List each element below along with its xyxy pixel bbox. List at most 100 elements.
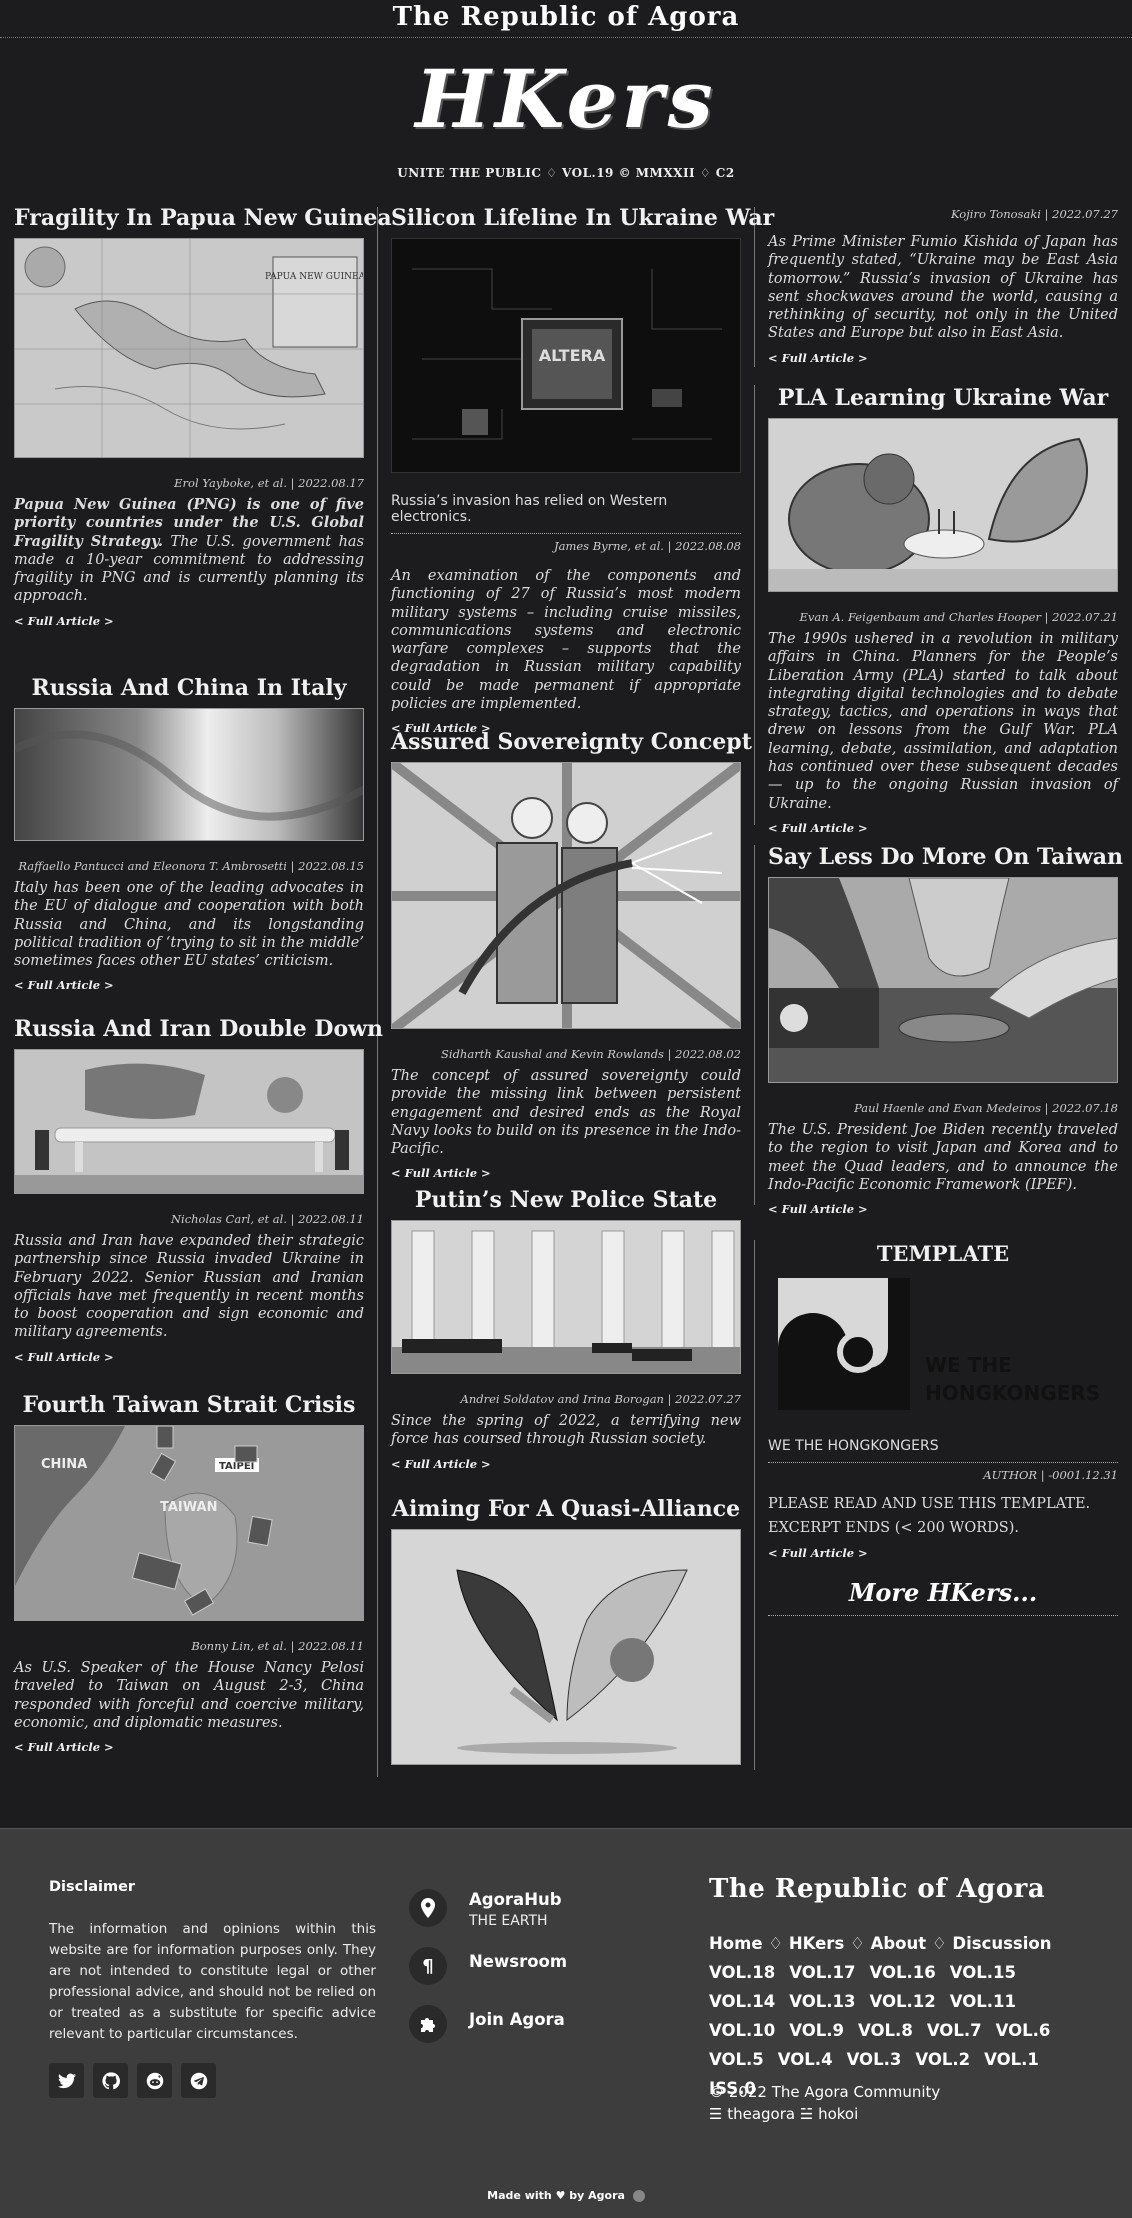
map-label-taiwan: TAIWAN [160,1500,217,1515]
full-article-link[interactable]: < Full Article > [768,351,1118,365]
full-article-link[interactable]: < Full Article > [14,1740,364,1754]
nav-hkers[interactable]: HKers [789,1934,844,1953]
article-image-strait-map[interactable]: CHINA TAIWAN TAIPEI [14,1425,364,1621]
volume-link[interactable]: VOL.13 [789,1987,855,2016]
article-meta: James Byrne, et al. | 2022.08.08 [553,539,741,553]
template-body: PLEASE READ AND USE THIS TEMPLATE. EXCER… [768,1492,1118,1540]
article-image-meeting[interactable] [14,1049,364,1194]
volume-link[interactable]: VOL.10 [709,2016,775,2045]
article-east-asia-tomorrow: Kojiro Tonosaki | 2022.07.27 As Prime Mi… [768,207,1118,365]
article-image-eagle-talon[interactable] [768,877,1118,1083]
full-article-link[interactable]: < Full Article > [391,1166,741,1180]
article-title[interactable]: Fourth Taiwan Strait Crisis [14,1391,364,1419]
full-article-link[interactable]: < Full Article > [14,1350,364,1364]
article-title[interactable]: Say Less Do More On Taiwan [768,843,1123,871]
reddit-icon[interactable] [137,2063,172,2098]
column-divider [377,207,378,1777]
article-image-flag[interactable] [14,708,364,841]
full-article-link[interactable]: < Full Article > [768,1202,1118,1216]
chip-label: ALTERA [539,346,606,365]
volume-link[interactable]: VOL.4 [778,2045,833,2074]
more-hkers-link[interactable]: More HKers... [768,1578,1118,1616]
volume-link[interactable]: VOL.12 [870,1987,936,2016]
volume-link[interactable]: VOL.8 [858,2016,913,2045]
volume-link[interactable]: VOL.5 [709,2045,764,2074]
volume-link[interactable]: VOL.9 [789,2016,844,2045]
volume-link[interactable]: VOL.6 [996,2016,1051,2045]
volume-link[interactable]: VOL.7 [927,2016,982,2045]
volume-link[interactable]: VOL.18 [709,1958,775,1987]
article-image-chip[interactable]: ALTERA [391,238,741,473]
full-article-link[interactable]: < Full Article > [768,1546,1118,1560]
article-taiwan-strait-crisis: Fourth Taiwan Strait Crisis CHINA TAIWAN… [14,1391,364,1754]
newsroom-link[interactable]: ¶ Newsroom [409,1947,567,1985]
hongkongers-logo[interactable]: WE THE HONGKONGERS [768,1274,1118,1414]
article-excerpt: As Prime Minister Fumio Kishida of Japan… [768,234,1118,342]
article-title[interactable]: PLA Learning Ukraine War [768,384,1118,412]
issue-tagline: UNITE THE PUBLIC ♢ VOL.19 © MMXXII ♢ C2 [397,166,735,180]
volume-link[interactable]: VOL.16 [870,1958,936,1987]
heart-icon: ♥ [555,2189,566,2202]
twitter-icon[interactable] [49,2063,84,2098]
handles-text[interactable]: ☰ theagora ☱ hokoi [709,2103,940,2125]
article-meta: Andrei Soldatov and Irina Borogan | 2022… [460,1392,741,1406]
article-russia-iran: Russia And Iran Double Down Nicholas Car… [14,1015,383,1364]
volume-link[interactable]: VOL.2 [915,2045,970,2074]
article-title[interactable]: TEMPLATE [768,1240,1118,1268]
agorahub-link[interactable]: AgoraHub THE EARTH [409,1889,562,1931]
article-image-firefighters[interactable] [391,762,741,1029]
article-meta: Bonny Lin, et al. | 2022.08.11 [191,1639,364,1653]
telegram-icon[interactable] [181,2063,216,2098]
map-pin-icon [409,1889,447,1927]
full-article-link[interactable]: < Full Article > [14,614,364,628]
column-divider [754,845,755,1205]
nav-discussion[interactable]: Discussion [952,1934,1051,1953]
article-title[interactable]: Fragility In Papua New Guinea [14,204,392,232]
full-article-link[interactable]: < Full Article > [391,1457,741,1471]
article-assured-sovereignty: Assured Sovereignty Concept Sidharth Kau… [391,728,752,1180]
social-links [49,2063,216,2098]
newsroom-title: Newsroom [469,1952,568,1971]
article-title[interactable]: Assured Sovereignty Concept [391,728,752,756]
map-label-taipei: TAIPEI [219,1461,254,1472]
volume-link[interactable]: VOL.15 [950,1958,1016,1987]
footer-site-title[interactable]: The Republic of Agora [709,1874,1045,1904]
article-excerpt: An examination of the components and fun… [391,568,741,713]
article-title[interactable]: Russia And China In Italy [14,674,364,702]
column-divider [754,1240,755,1770]
column-divider [754,385,755,825]
join-agora-link[interactable]: Join Agora [409,2005,565,2043]
article-russia-china-italy: Russia And China In Italy Raffaello Pant… [14,674,364,992]
article-meta: Nicholas Carl, et al. | 2022.08.11 [170,1212,364,1226]
volume-link[interactable]: VOL.11 [950,1987,1016,2016]
article-excerpt: Since the spring of 2022, a terrifying n… [391,1413,741,1448]
volume-link[interactable]: VOL.3 [847,2045,902,2074]
github-icon[interactable] [93,2063,128,2098]
article-image-bear-dragon[interactable] [768,418,1118,592]
volume-link[interactable]: VOL.1 [984,2045,1039,2074]
article-title[interactable]: Aiming For A Quasi-Alliance [391,1495,741,1523]
full-article-link[interactable]: < Full Article > [14,978,364,992]
disclaimer-text: The information and opinions within this… [49,1921,376,2042]
article-image-butterflies[interactable] [391,1529,741,1765]
nav-about[interactable]: About [871,1934,927,1953]
nav-home[interactable]: Home [709,1934,763,1953]
article-image-hall[interactable] [391,1220,741,1374]
volume-link[interactable]: VOL.17 [789,1958,855,1987]
article-excerpt: Papua New Guinea (PNG) is one of five pr… [14,496,364,606]
article-excerpt: As U.S. Speaker of the House Nancy Pelos… [14,1660,364,1731]
article-image-map[interactable]: PAPUA NEW GUINEA [14,238,364,458]
image-caption: WE THE HONGKONGERS [768,1438,1118,1463]
agora-dot-icon [632,2190,645,2202]
full-article-link[interactable]: < Full Article > [768,821,1118,835]
article-title[interactable]: Russia And Iran Double Down [14,1015,383,1043]
site-footer: Disclaimer The information and opinions … [0,1828,1132,2218]
article-title[interactable]: Putin’s New Police State [391,1186,741,1214]
article-title[interactable]: Silicon Lifeline In Ukraine War [391,204,774,232]
disclaimer-title: Disclaimer [49,1879,136,1895]
by-agora-text: by Agora [569,2189,625,2202]
article-excerpt: Russia and Iran have expanded their stra… [14,1233,364,1341]
article-meta: Paul Haenle and Evan Medeiros | 2022.07.… [854,1101,1118,1115]
volume-link[interactable]: VOL.14 [709,1987,775,2016]
site-masthead[interactable]: The Republic of Agora [0,0,1132,38]
